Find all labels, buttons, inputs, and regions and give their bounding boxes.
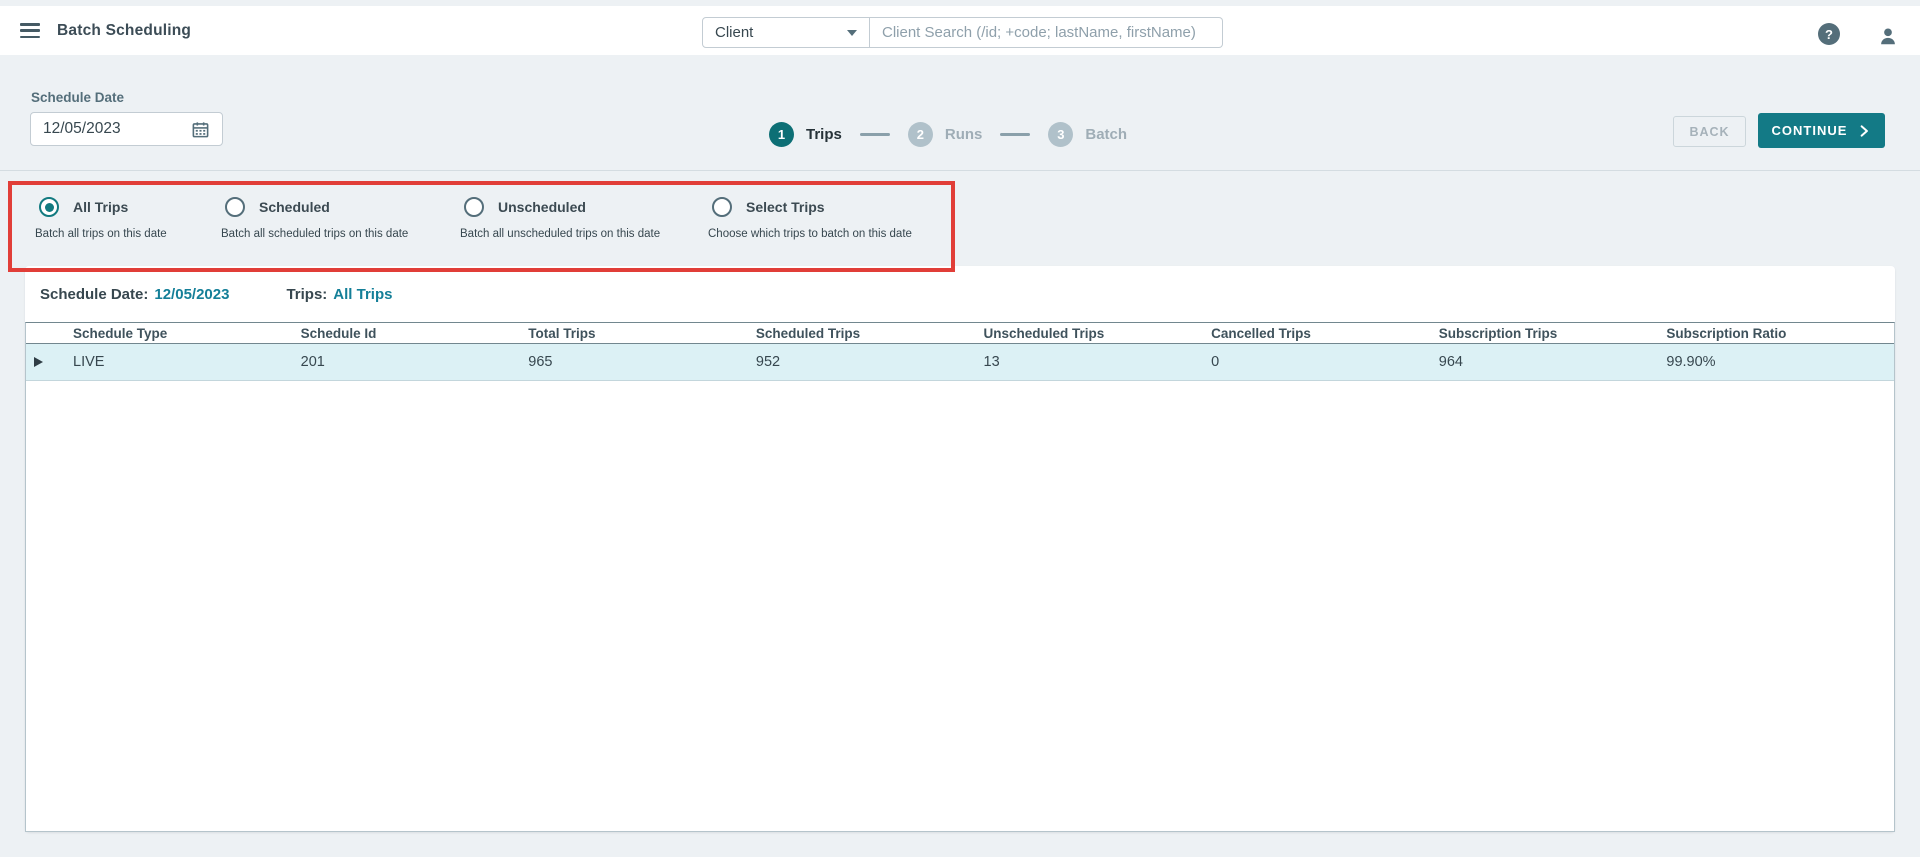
continue-button[interactable]: CONTINUE <box>1758 113 1885 148</box>
col-schedule-id: Schedule Id <box>300 325 377 341</box>
filter-option-scheduled: Scheduled Batch all scheduled trips on t… <box>221 197 408 240</box>
radio-icon[interactable] <box>712 197 732 217</box>
chevron-right-icon <box>1861 124 1869 137</box>
continue-button-label: CONTINUE <box>1771 123 1848 138</box>
step-2-label: Runs <box>944 126 983 143</box>
client-search-group: Client <box>702 17 1223 48</box>
col-cancelled-trips: Cancelled Trips <box>1211 325 1311 341</box>
step-connector <box>859 133 890 136</box>
summary-bar: Schedule Date: 12/05/2023 Trips: All Tri… <box>25 266 1895 322</box>
cell-schedule-type: LIVE <box>73 354 105 370</box>
person-icon <box>1880 27 1895 44</box>
summary-date-link[interactable]: 12/05/2023 <box>154 286 229 303</box>
expand-triangle-icon <box>34 357 43 367</box>
cell-subscription-ratio: 99.90% <box>1666 354 1716 370</box>
summary-date-label: Schedule Date: <box>40 285 149 303</box>
radio-description: Choose which trips to batch on this date <box>708 228 912 240</box>
schedule-date-label: Schedule Date <box>31 90 125 105</box>
question-mark-icon: ? <box>1825 26 1833 42</box>
chevron-down-icon <box>847 29 857 36</box>
radio-icon[interactable] <box>39 197 59 217</box>
filter-option-all-trips: All Trips Batch all trips on this date <box>35 197 167 240</box>
cell-scheduled-trips: 952 <box>755 354 781 370</box>
search-category-dropdown[interactable]: Client <box>702 17 870 48</box>
filter-option-select-trips: Select Trips Choose which trips to batch… <box>708 197 912 240</box>
cell-total-trips: 965 <box>528 354 553 370</box>
col-subscription-ratio: Subscription Ratio <box>1666 325 1787 341</box>
col-schedule-type: Schedule Type <box>73 325 168 341</box>
cell-cancelled-trips: 0 <box>1211 354 1220 370</box>
cell-subscription-trips: 964 <box>1438 354 1463 370</box>
radio-description: Batch all unscheduled trips on this date <box>460 228 661 240</box>
radio-select-trips[interactable]: Select Trips <box>708 197 912 217</box>
back-button[interactable]: BACK <box>1673 116 1746 147</box>
menu-icon[interactable] <box>20 23 40 38</box>
radio-icon[interactable] <box>225 197 245 217</box>
cell-schedule-id: 201 <box>300 354 325 370</box>
step-1-circle[interactable]: 1 <box>769 122 794 147</box>
radio-label: Unscheduled <box>498 199 586 215</box>
summary-trips-link[interactable]: All Trips <box>333 286 392 303</box>
col-total-trips: Total Trips <box>528 325 596 341</box>
step-3-label: Batch <box>1085 126 1128 143</box>
radio-unscheduled[interactable]: Unscheduled <box>460 197 660 217</box>
radio-label: All Trips <box>73 199 129 215</box>
user-avatar-button[interactable] <box>1869 17 1906 54</box>
step-2-circle[interactable]: 2 <box>907 122 933 147</box>
radio-icon[interactable] <box>464 197 484 217</box>
radio-scheduled[interactable]: Scheduled <box>221 197 408 217</box>
radio-label: Scheduled <box>259 199 330 215</box>
wizard-stepper: 1 Trips 2 Runs 3 Batch <box>769 122 1127 147</box>
page-title: Batch Scheduling <box>57 21 192 39</box>
table-header-row: Schedule Type Schedule Id Total Trips Sc… <box>26 323 1894 344</box>
trips-table: Schedule Type Schedule Id Total Trips Sc… <box>25 322 1895 832</box>
cell-unscheduled-trips: 13 <box>983 354 1000 370</box>
client-search-input[interactable] <box>870 17 1223 48</box>
filter-option-unscheduled: Unscheduled Batch all unscheduled trips … <box>460 197 660 240</box>
col-subscription-trips: Subscription Trips <box>1438 325 1558 341</box>
search-category-value: Client <box>715 24 754 41</box>
step-1-label: Trips <box>806 126 842 143</box>
table-row[interactable]: LIVE 201 965 952 13 0 964 99.90% <box>26 344 1894 381</box>
expand-row-button[interactable] <box>26 357 73 367</box>
results-card: Schedule Date: 12/05/2023 Trips: All Tri… <box>25 266 1895 832</box>
step-3-circle[interactable]: 3 <box>1048 122 1074 147</box>
help-button[interactable]: ? <box>1818 23 1840 45</box>
radio-description: Batch all trips on this date <box>35 228 167 240</box>
schedule-date-value: 12/05/2023 <box>43 120 121 137</box>
col-scheduled-trips: Scheduled Trips <box>755 325 861 341</box>
radio-label: Select Trips <box>746 199 825 215</box>
step-connector <box>1000 133 1031 136</box>
schedule-date-input[interactable]: 12/05/2023 <box>30 112 223 146</box>
summary-trips-label: Trips: <box>286 285 328 303</box>
calendar-icon <box>192 121 209 137</box>
radio-all-trips[interactable]: All Trips <box>35 197 167 217</box>
col-unscheduled-trips: Unscheduled Trips <box>983 325 1105 341</box>
section-divider <box>0 170 1920 171</box>
radio-description: Batch all scheduled trips on this date <box>221 228 409 240</box>
